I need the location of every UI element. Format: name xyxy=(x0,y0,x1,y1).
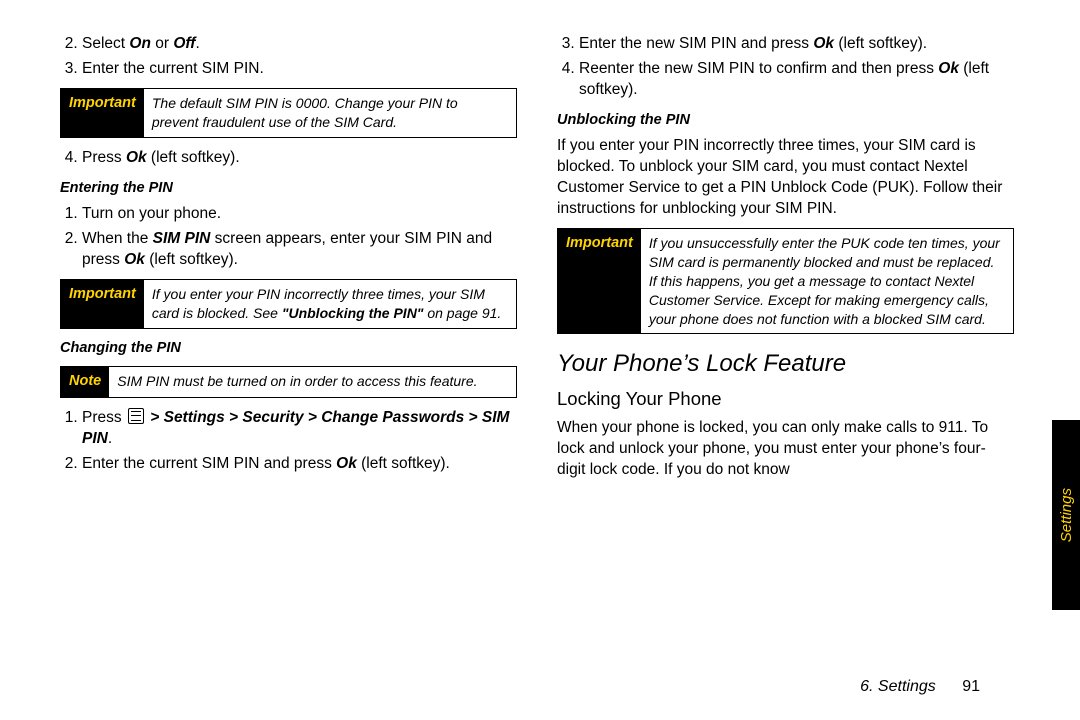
subhead-entering-pin: Entering the PIN xyxy=(60,179,517,199)
text: (left softkey). xyxy=(145,251,238,268)
important-default-pin: Important The default SIM PIN is 0000. C… xyxy=(60,88,517,138)
off: Off xyxy=(173,35,195,52)
text: Reenter the new SIM PIN to confirm and t… xyxy=(579,60,938,77)
text: (left softkey). xyxy=(834,35,927,52)
important-label: Important xyxy=(558,229,641,333)
step-press-ok: Press Ok (left softkey). xyxy=(82,148,517,169)
heading-locking-phone: Locking Your Phone xyxy=(557,387,1014,412)
text: . xyxy=(108,430,112,447)
step-reenter-new-pin: Reenter the new SIM PIN to confirm and t… xyxy=(579,59,1014,101)
simpin: SIM PIN xyxy=(153,230,211,247)
important-incorrect-pin: Important If you enter your PIN incorrec… xyxy=(60,279,517,329)
ref: "Unblocking the PIN" xyxy=(282,305,424,321)
heading-lock-feature: Your Phone’s Lock Feature xyxy=(557,348,1014,380)
side-tab-label: Settings xyxy=(1058,488,1075,542)
side-tab: Settings xyxy=(1052,420,1080,610)
text: (left softkey). xyxy=(147,149,240,166)
ok: Ok xyxy=(813,35,834,52)
changing-list: Press > Settings > Security > Change Pas… xyxy=(60,408,517,475)
step-enter-new-pin: Enter the new SIM PIN and press Ok (left… xyxy=(579,34,1014,55)
right-column: Enter the new SIM PIN and press Ok (left… xyxy=(557,30,1020,620)
step-turn-on: Turn on your phone. xyxy=(82,204,517,225)
text: When the xyxy=(82,230,153,247)
on: On xyxy=(129,35,151,52)
important-label: Important xyxy=(61,89,144,137)
step-select-on-off: Select On or Off. xyxy=(82,34,517,55)
important-label: Important xyxy=(61,280,144,328)
text: Enter the new SIM PIN and press xyxy=(579,35,813,52)
important-puk: Important If you unsuccessfully enter th… xyxy=(557,228,1014,334)
step-enter-current-pin: Enter the current SIM PIN. xyxy=(82,59,517,80)
list-new-pin: Enter the new SIM PIN and press Ok (left… xyxy=(557,34,1014,101)
step-enter-current-pin-ok: Enter the current SIM PIN and press Ok (… xyxy=(82,454,517,475)
para-locking: When your phone is locked, you can only … xyxy=(557,418,1014,481)
subhead-changing-pin: Changing the PIN xyxy=(60,339,517,359)
note-simpin-on: Note SIM PIN must be turned on in order … xyxy=(60,366,517,398)
text: Press xyxy=(82,409,126,426)
text: . xyxy=(195,35,199,52)
note-body: SIM PIN must be turned on in order to ac… xyxy=(109,367,516,397)
para-unblocking: If you enter your PIN incorrectly three … xyxy=(557,136,1014,220)
footer: 6. Settings 91 xyxy=(860,678,980,696)
ok: Ok xyxy=(938,60,959,77)
list-top: Select On or Off. Enter the current SIM … xyxy=(60,34,517,80)
important-body: The default SIM PIN is 0000. Change your… xyxy=(144,89,516,137)
step-press-menu-path: Press > Settings > Security > Change Pas… xyxy=(82,408,517,450)
list-press-ok: Press Ok (left softkey). xyxy=(60,148,517,169)
note-label: Note xyxy=(61,367,109,397)
subhead-unblocking-pin: Unblocking the PIN xyxy=(557,111,1014,131)
text: on page 91. xyxy=(423,305,501,321)
text: Enter the current SIM PIN and press xyxy=(82,455,336,472)
ok: Ok xyxy=(124,251,145,268)
left-column: Select On or Off. Enter the current SIM … xyxy=(60,30,517,620)
menu-path: > Settings > Security > Change Passwords… xyxy=(146,409,482,426)
text: Press xyxy=(82,149,126,166)
step-simpin-screen: When the SIM PIN screen appears, enter y… xyxy=(82,229,517,271)
important-body: If you enter your PIN incorrectly three … xyxy=(144,280,516,328)
page-number: 91 xyxy=(962,678,980,695)
text: Select xyxy=(82,35,129,52)
important-body: If you unsuccessfully enter the PUK code… xyxy=(641,229,1013,333)
text: (left softkey). xyxy=(357,455,450,472)
ok: Ok xyxy=(126,149,147,166)
ok: Ok xyxy=(336,455,357,472)
text: or xyxy=(151,35,173,52)
footer-section: 6. Settings xyxy=(860,678,936,695)
entering-list: Turn on your phone. When the SIM PIN scr… xyxy=(60,204,517,271)
menu-icon xyxy=(128,408,144,424)
